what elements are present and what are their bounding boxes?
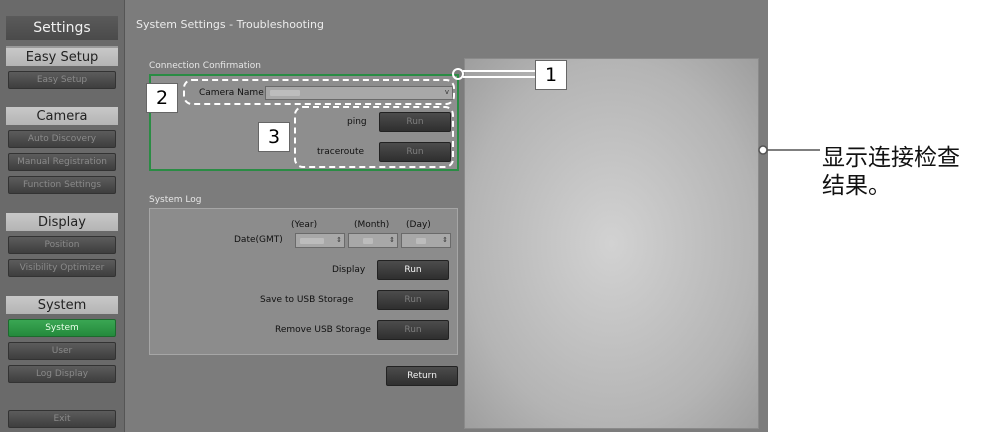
callout-number-3: 3 [258,122,290,152]
sidebar-section-system: System [6,296,118,314]
day-value-redacted [416,238,426,244]
stepper-arrows-icon: ⇕ [442,236,448,244]
day-stepper[interactable]: ⇕ [401,233,451,248]
connection-result-panel [464,58,759,429]
month-stepper[interactable]: ⇕ [348,233,398,248]
sidebar-item-user[interactable]: User [8,342,116,360]
date-gmt-label: Date(GMT) [234,235,283,245]
sidebar-section-display: Display [6,213,118,231]
annotation-leader-line [758,145,820,155]
sidebar-item-auto-discovery[interactable]: Auto Discovery [8,130,116,148]
sidebar-item-position[interactable]: Position [8,236,116,254]
annotation-line-1: 显示连接检查 [822,145,960,171]
stepper-arrows-icon: ⇕ [389,236,395,244]
sidebar-title: Settings [6,16,118,48]
connection-group-label: Connection Confirmation [149,61,262,71]
callout-number-2: 2 [146,83,178,113]
save-usb-run-button[interactable]: Run [377,290,449,310]
sidebar-section-easy-setup: Easy Setup [6,48,118,66]
display-label: Display [332,265,366,275]
callout-leader-1 [452,68,538,80]
settings-window: Settings Easy Setup Easy Setup Camera Au… [0,0,768,432]
save-usb-label: Save to USB Storage [260,295,354,305]
month-value-redacted [363,238,373,244]
day-label: (Day) [406,220,431,230]
system-log-group-label: System Log [149,195,202,205]
return-button[interactable]: Return [386,366,458,386]
remove-usb-label: Remove USB Storage [275,325,371,335]
sidebar-item-manual-registration[interactable]: Manual Registration [8,153,116,171]
callout-number-1: 1 [535,60,567,90]
year-stepper[interactable]: ⇕ [295,233,345,248]
display-run-button[interactable]: Run [377,260,449,280]
sidebar-item-system[interactable]: System [8,319,116,337]
sidebar-section-camera: Camera [6,107,118,125]
callout-outline-run-buttons [294,106,454,168]
year-label: (Year) [291,220,318,230]
stepper-arrows-icon: ⇕ [336,236,342,244]
sidebar-item-log-display[interactable]: Log Display [8,365,116,383]
remove-usb-run-button[interactable]: Run [377,320,449,340]
sidebar-item-function-settings[interactable]: Function Settings [8,176,116,194]
sidebar-item-visibility-optimizer[interactable]: Visibility Optimizer [8,259,116,277]
annotation-text: 显示连接检查 结果。 [822,144,988,200]
month-label: (Month) [354,220,390,230]
page-title: System Settings - Troubleshooting [136,18,324,31]
sidebar-item-easy-setup[interactable]: Easy Setup [8,71,116,89]
annotation-line-2: 结果。 [822,173,891,199]
callout-outline-camera-select [183,79,455,105]
year-value-redacted [300,238,324,244]
exit-button[interactable]: Exit [8,410,116,428]
sidebar: Settings Easy Setup Easy Setup Camera Au… [0,0,125,432]
system-log-panel: (Year) (Month) (Day) Date(GMT) ⇕ ⇕ ⇕ Dis… [149,208,458,355]
